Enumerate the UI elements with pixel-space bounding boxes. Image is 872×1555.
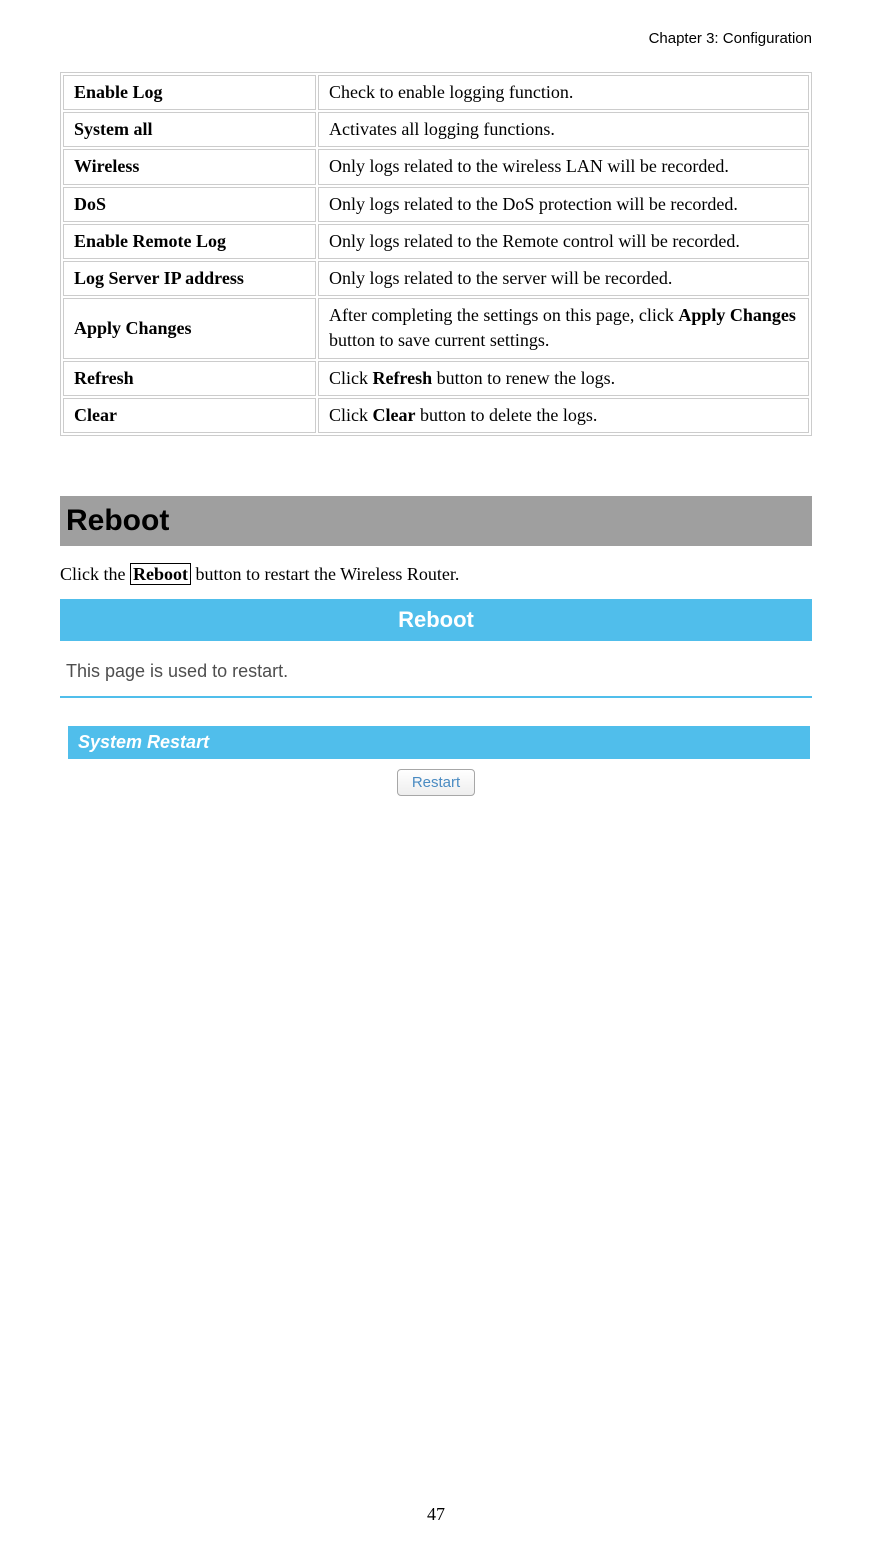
row-desc: Only logs related to the server will be …: [318, 261, 809, 296]
intro-paragraph: Click the Reboot button to restart the W…: [60, 564, 812, 585]
text-pre: Click: [329, 368, 373, 388]
row-label: Apply Changes: [63, 298, 316, 358]
section-heading: Reboot: [60, 496, 812, 546]
page-header: Chapter 3: Configuration: [60, 30, 812, 47]
text-bold: Apply Changes: [678, 305, 796, 325]
row-desc: After completing the settings on this pa…: [318, 298, 809, 358]
row-label: DoS: [63, 187, 316, 222]
row-label: Refresh: [63, 361, 316, 396]
text-pre: Click: [329, 405, 373, 425]
text-pre: After completing the settings on this pa…: [329, 305, 678, 325]
screenshot-description: This page is used to restart.: [60, 641, 812, 698]
text-post: button to renew the logs.: [432, 368, 615, 388]
row-desc: Only logs related to the Remote control …: [318, 224, 809, 259]
row-label: Enable Remote Log: [63, 224, 316, 259]
table-row-clear: Clear Click Clear button to delete the l…: [63, 398, 809, 433]
text-post: button to delete the logs.: [415, 405, 597, 425]
row-desc: Only logs related to the wireless LAN wi…: [318, 149, 809, 184]
table-row: Enable Remote Log Only logs related to t…: [63, 224, 809, 259]
screenshot-title-bar: Reboot: [60, 599, 812, 641]
table-row: DoS Only logs related to the DoS protect…: [63, 187, 809, 222]
row-label: Clear: [63, 398, 316, 433]
text-bold: Refresh: [372, 368, 432, 388]
table-row-refresh: Refresh Click Refresh button to renew th…: [63, 361, 809, 396]
row-desc: Check to enable logging function.: [318, 75, 809, 110]
reboot-screenshot: Reboot This page is used to restart. Sys…: [60, 599, 812, 806]
intro-bold: Reboot: [130, 563, 191, 585]
row-label: Enable Log: [63, 75, 316, 110]
row-desc: Click Clear button to delete the logs.: [318, 398, 809, 433]
row-desc: Click Refresh button to renew the logs.: [318, 361, 809, 396]
row-desc: Activates all logging functions.: [318, 112, 809, 147]
table-row: Wireless Only logs related to the wirele…: [63, 149, 809, 184]
table-row: System all Activates all logging functio…: [63, 112, 809, 147]
table-row: Enable Log Check to enable logging funct…: [63, 75, 809, 110]
intro-post: button to restart the Wireless Router.: [191, 564, 459, 584]
page-number: 47: [0, 1504, 872, 1525]
system-restart-header: System Restart: [68, 726, 810, 759]
panel-body: Restart: [60, 759, 812, 806]
row-label: Log Server IP address: [63, 261, 316, 296]
row-label: Wireless: [63, 149, 316, 184]
intro-pre: Click the: [60, 564, 130, 584]
table-row: Log Server IP address Only logs related …: [63, 261, 809, 296]
row-desc: Only logs related to the DoS protection …: [318, 187, 809, 222]
text-post: button to save current settings.: [329, 330, 549, 350]
definitions-table: Enable Log Check to enable logging funct…: [60, 72, 812, 436]
row-label: System all: [63, 112, 316, 147]
restart-button[interactable]: Restart: [397, 769, 475, 796]
text-bold: Clear: [372, 405, 415, 425]
table-row-apply: Apply Changes After completing the setti…: [63, 298, 809, 358]
